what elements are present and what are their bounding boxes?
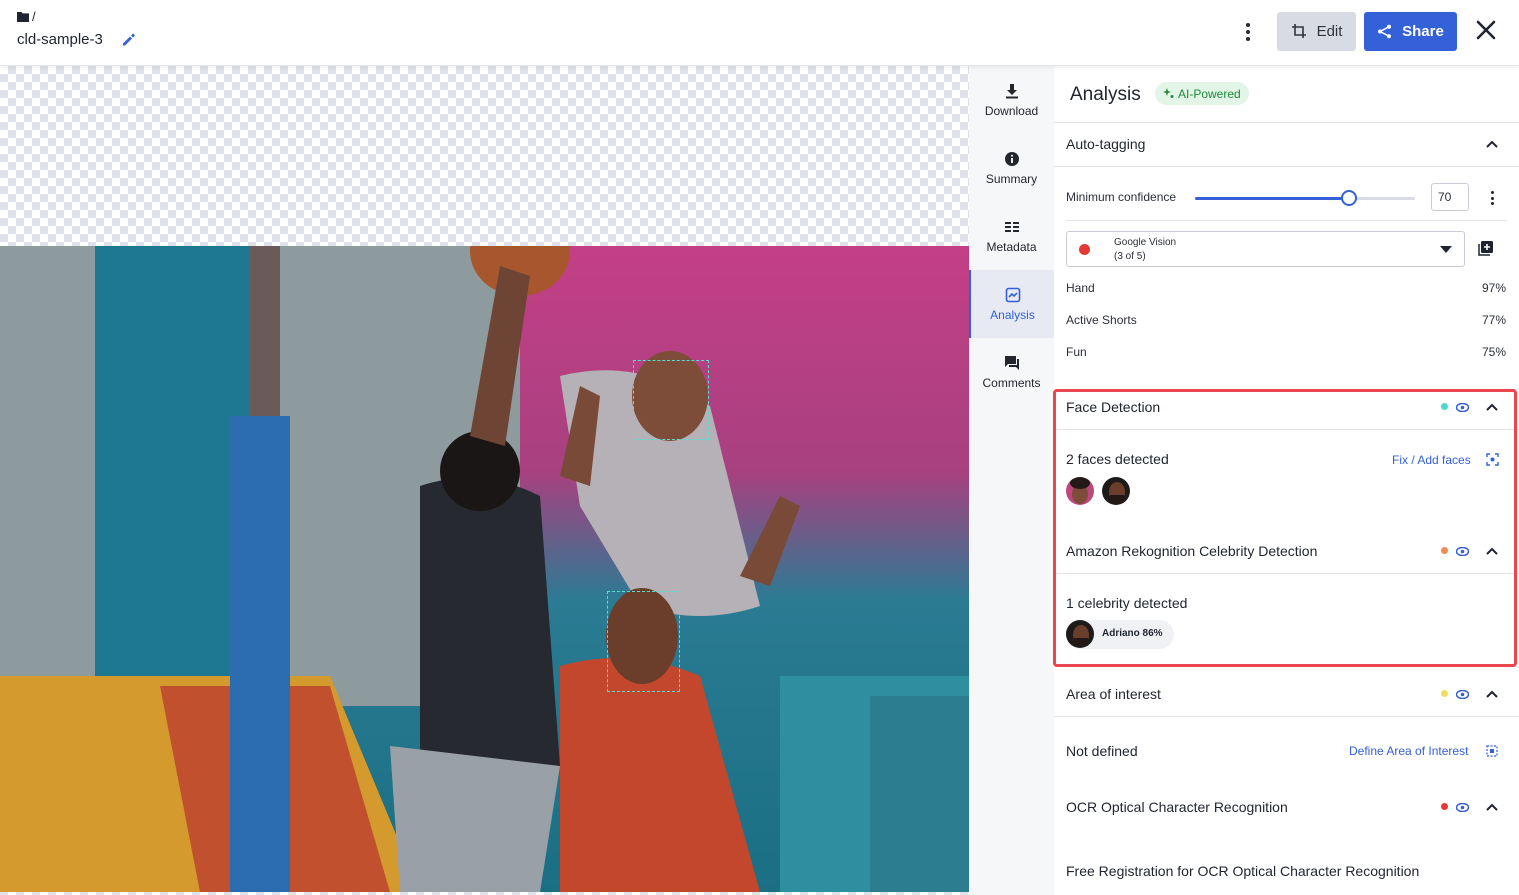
ai-badge-label: AI-Powered <box>1178 86 1241 101</box>
divider <box>1066 220 1507 221</box>
celebrity-summary: 1 celebrity detected <box>1066 595 1188 611</box>
tagging-options-icon[interactable] <box>1488 190 1496 206</box>
celebrity-detection-title: Amazon Rekognition Celebrity Detection <box>1066 543 1318 559</box>
analysis-panel: Analysis AI-Powered Auto-tagging Minimum… <box>1054 66 1519 895</box>
download-icon <box>1005 83 1018 98</box>
auto-tagging-title: Auto-tagging <box>1066 136 1146 152</box>
tag-confidence: 75% <box>1481 345 1506 359</box>
tag-row: Active Shorts 77% <box>1066 313 1506 333</box>
confidence-slider[interactable] <box>1195 188 1415 208</box>
edit-crop-icon <box>1291 24 1306 38</box>
rail-label: Summary <box>985 171 1038 186</box>
celebrity-chip[interactable]: Adriano 86% <box>1066 620 1174 649</box>
more-options-icon[interactable] <box>1239 21 1257 43</box>
breadcrumb-separator: / <box>32 9 36 24</box>
area-color-dot <box>1441 690 1448 697</box>
divider <box>1054 429 1519 430</box>
face-thumbnail[interactable] <box>1066 477 1094 505</box>
tag-row: Fun 75% <box>1066 345 1506 365</box>
breadcrumb[interactable]: / <box>17 9 36 24</box>
comments-icon <box>1004 355 1019 370</box>
tag-name: Active Shorts <box>1066 313 1137 327</box>
rail-comments[interactable]: Comments <box>969 338 1054 406</box>
area-select-icon[interactable] <box>1486 745 1498 757</box>
tag-name: Fun <box>1066 345 1087 359</box>
tag-name: Hand <box>1066 281 1095 295</box>
rail-summary[interactable]: Summary <box>969 134 1054 202</box>
chevron-up-icon[interactable] <box>1485 139 1499 149</box>
eye-icon[interactable] <box>1456 547 1469 556</box>
fix-add-faces-link[interactable]: Fix / Add faces <box>1392 453 1471 467</box>
tag-row: Hand 97% <box>1066 281 1506 301</box>
divider <box>1054 166 1519 167</box>
provider-status-dot <box>1079 244 1090 255</box>
rail-label: Metadata <box>986 239 1037 254</box>
share-icon <box>1378 24 1392 39</box>
rail-label: Download <box>984 103 1039 118</box>
eye-icon[interactable] <box>1456 690 1469 699</box>
face-detection-title: Face Detection <box>1066 399 1161 415</box>
panel-title: Analysis <box>1070 84 1141 105</box>
area-of-interest-title: Area of interest <box>1066 686 1161 702</box>
ai-powered-badge: AI-Powered <box>1155 82 1249 105</box>
add-box-icon[interactable] <box>1478 240 1494 256</box>
folder-icon <box>17 12 29 22</box>
eye-icon[interactable] <box>1456 403 1469 412</box>
chevron-up-icon[interactable] <box>1485 546 1499 556</box>
celebrity-thumbnail <box>1066 620 1094 648</box>
face-scan-icon[interactable] <box>1486 453 1499 466</box>
ocr-summary: Free Registration for OCR Optical Charac… <box>1066 863 1420 879</box>
faces-summary: 2 faces detected <box>1066 451 1169 467</box>
celebrity-name: Adriano 86% <box>1102 628 1163 639</box>
asset-name: cld-sample-3 <box>17 31 103 48</box>
asset-image <box>0 246 969 892</box>
provider-count: (3 of 5) <box>1114 251 1146 262</box>
area-summary: Not defined <box>1066 743 1138 759</box>
provider-name: Google Vision <box>1114 237 1177 248</box>
define-area-link[interactable]: Define Area of Interest <box>1349 744 1468 758</box>
edit-button[interactable]: Edit <box>1277 12 1356 51</box>
divider <box>1054 716 1519 717</box>
sparkle-icon <box>1163 88 1174 98</box>
edit-label: Edit <box>1316 23 1343 40</box>
rail-label: Comments <box>982 375 1041 390</box>
rail-analysis[interactable]: Analysis <box>969 270 1054 338</box>
chevron-up-icon[interactable] <box>1485 402 1499 412</box>
chevron-up-icon[interactable] <box>1485 802 1499 812</box>
share-button[interactable]: Share <box>1364 12 1457 51</box>
close-icon[interactable] <box>1475 19 1497 41</box>
tool-rail: Download Summary Metadata Analysis Comme… <box>969 66 1054 895</box>
divider <box>1054 573 1519 574</box>
ocr-color-dot <box>1441 803 1448 810</box>
rail-metadata[interactable]: Metadata <box>969 202 1054 270</box>
tag-confidence: 77% <box>1481 313 1506 327</box>
confidence-input[interactable] <box>1431 183 1469 211</box>
pencil-icon[interactable] <box>121 32 136 47</box>
image-viewer[interactable] <box>0 66 969 895</box>
info-icon <box>1004 151 1019 166</box>
confidence-label: Minimum confidence <box>1066 190 1177 204</box>
tag-confidence: 97% <box>1481 281 1506 295</box>
list-icon <box>1004 221 1019 232</box>
rail-label: Analysis <box>990 307 1035 322</box>
face-thumbnail[interactable] <box>1102 477 1130 505</box>
face-box-2[interactable] <box>607 591 680 692</box>
celebrity-color-dot <box>1441 547 1448 554</box>
caret-down-icon <box>1440 246 1452 253</box>
divider <box>1054 122 1519 123</box>
share-label: Share <box>1402 23 1444 40</box>
face-box-1[interactable] <box>633 360 709 440</box>
rail-download[interactable]: Download <box>969 66 1054 134</box>
analysis-icon <box>1005 287 1020 302</box>
slider-thumb[interactable] <box>1341 190 1357 206</box>
ocr-title: OCR Optical Character Recognition <box>1066 799 1288 815</box>
eye-icon[interactable] <box>1456 803 1469 812</box>
provider-select[interactable]: Google Vision (3 of 5) <box>1066 231 1465 267</box>
top-bar: / cld-sample-3 Edit Share <box>0 0 1519 66</box>
chevron-up-icon[interactable] <box>1485 689 1499 699</box>
face-detection-color-dot <box>1441 403 1448 410</box>
